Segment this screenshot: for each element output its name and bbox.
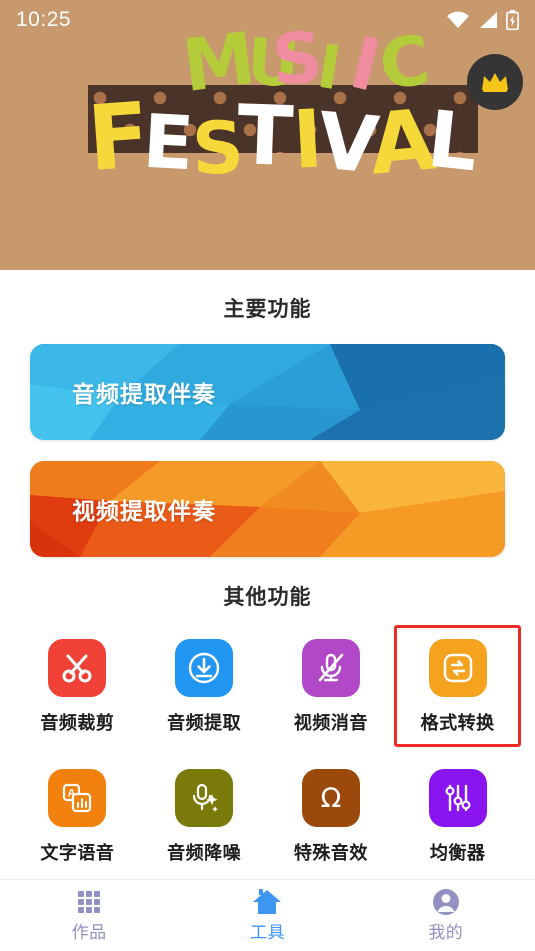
- feature-card-list: 音频提取伴奏 视频提取伴奏: [0, 344, 535, 557]
- svg-text:Ω: Ω: [321, 783, 342, 814]
- scissors-icon: [62, 654, 92, 683]
- bottom-tab-bar: 作品 工具 我的: [0, 879, 535, 951]
- tool-format-convert[interactable]: 格式转换: [394, 625, 521, 747]
- other-section-title: 其他功能: [223, 586, 312, 609]
- tool-sound-effects[interactable]: Ω 特殊音效: [268, 755, 395, 877]
- status-icon-group: [446, 10, 519, 30]
- tab-label: 我的: [428, 923, 464, 942]
- tool-tile: [428, 769, 487, 827]
- tool-tile: [48, 639, 107, 697]
- tool-label: 均衡器: [429, 843, 486, 863]
- wifi-icon: [447, 11, 469, 28]
- tool-tile: [301, 639, 360, 697]
- vip-crown-badge[interactable]: [467, 54, 523, 110]
- tool-tile: [175, 769, 234, 827]
- tool-audio-extract[interactable]: 音频提取: [141, 625, 268, 747]
- tool-equalizer[interactable]: 均衡器: [394, 755, 521, 877]
- tool-tile: [175, 639, 234, 697]
- tool-label: 格式转换: [420, 713, 495, 733]
- tool-label: 特殊音效: [293, 843, 368, 863]
- tab-tools[interactable]: 工具: [178, 888, 356, 943]
- tool-video-mute[interactable]: 视频消音: [268, 625, 395, 747]
- card-label: 视频提取伴奏: [72, 498, 216, 524]
- tab-label: 工具: [249, 923, 285, 942]
- status-bar: 10:25: [0, 0, 535, 40]
- main-section-title: 主要功能: [223, 298, 312, 321]
- tool-label: 视频消音: [293, 713, 368, 733]
- tab-label: 作品: [71, 923, 107, 942]
- banner-letter-t: T: [235, 88, 295, 185]
- card-label: 音频提取伴奏: [72, 381, 216, 407]
- home-icon: [253, 889, 282, 914]
- tool-label: 音频降噪: [167, 843, 242, 863]
- mic-sparkle-icon: [193, 783, 219, 813]
- tool-tile: [428, 639, 487, 697]
- grid-icon: [78, 891, 101, 913]
- person-icon: [432, 889, 459, 915]
- other-functions-grid: 音频裁剪 音频提取 视频消音 格式转换 A 文字语音 音频降噪 Ω 特殊音效 均…: [0, 625, 535, 877]
- download-icon: [188, 652, 220, 684]
- banner-letter-e: E: [140, 98, 196, 188]
- tool-audio-denoise[interactable]: 音频降噪: [141, 755, 268, 877]
- banner-letter-l: L: [423, 94, 483, 190]
- card-video-extract-accompaniment[interactable]: 视频提取伴奏: [30, 461, 505, 557]
- tool-tile: Ω: [301, 769, 360, 827]
- tab-works[interactable]: 作品: [0, 888, 178, 943]
- signal-icon: [480, 12, 497, 28]
- swap-icon: [443, 653, 472, 683]
- crown-icon: [482, 73, 508, 92]
- tab-mine[interactable]: 我的: [357, 888, 535, 943]
- app-screen: M U S I S C I F E S T I V A L 10:25: [0, 0, 535, 951]
- equalizer-icon: [445, 784, 471, 812]
- status-time: 10:25: [16, 8, 72, 31]
- mic-muted-icon: [318, 653, 344, 682]
- tool-label: 音频提取: [167, 713, 242, 733]
- tool-label: 音频裁剪: [40, 713, 115, 733]
- festival-banner[interactable]: M U S I S C I F E S T I V A L 10:25: [0, 0, 535, 270]
- tool-tile: A: [48, 769, 107, 827]
- card-audio-extract-accompaniment[interactable]: 音频提取伴奏: [30, 344, 505, 440]
- tool-audio-trim[interactable]: 音频裁剪: [14, 625, 141, 747]
- tool-text-to-speech[interactable]: A 文字语音: [14, 755, 141, 877]
- battery-icon: [506, 10, 519, 30]
- tool-label: 文字语音: [40, 843, 115, 863]
- omega-icon: Ω: [321, 783, 342, 814]
- text-to-speech-icon: A: [63, 783, 92, 813]
